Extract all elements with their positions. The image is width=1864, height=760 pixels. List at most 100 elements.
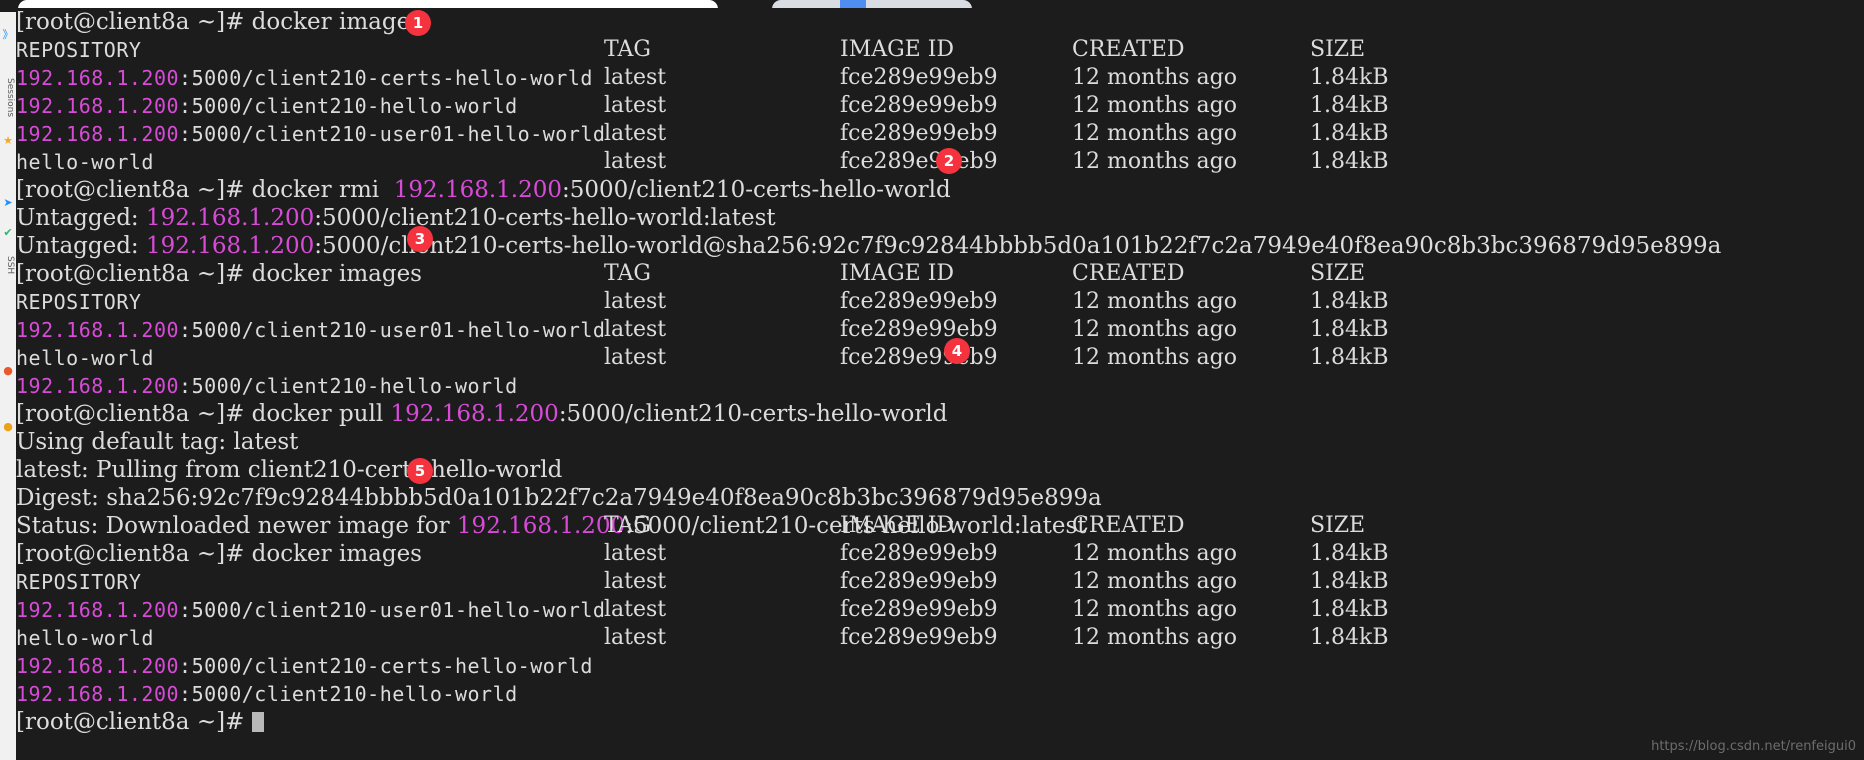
step-marker-1: 1 [405, 10, 431, 36]
cell-tag: latest [604, 345, 667, 370]
untagged-prefix: Untagged: [16, 233, 146, 259]
cell-size: 1.84kB [1310, 625, 1389, 650]
arrow-right-icon[interactable]: ➤ [0, 196, 16, 209]
cell-created: 12 months ago [1072, 93, 1237, 118]
cell-tag: latest [604, 121, 667, 146]
status-host: 192.168.1.200 [456, 513, 626, 539]
star-icon[interactable]: ★ [0, 134, 16, 147]
left-sidebar-rail: 》 Sessions ★ ➤ ✔ SSH ● ● [0, 12, 17, 760]
cell-size: 1.84kB [1310, 597, 1389, 622]
untagged-host: 192.168.1.200 [146, 233, 315, 259]
command-line-docker-images-1: [root@client8a ~]# docker images [16, 8, 1864, 36]
cell-image-id: fce289e99eb9 [840, 345, 998, 370]
header-repository: REPOSITORY [16, 38, 142, 62]
output-using-default-tag: Using default tag: latest [16, 428, 1864, 456]
header-tag: TAG [604, 37, 651, 62]
step-marker-2: 2 [936, 148, 962, 174]
untagged-suffix: :5000/client210-certs-hello-world:latest [314, 205, 776, 231]
header-created: CREATED [1072, 513, 1185, 538]
table-row: 192.168.1.200:5000/client210-certs-hello… [16, 652, 1864, 680]
check-icon[interactable]: ✔ [0, 226, 16, 239]
cell-tag: latest [604, 625, 667, 650]
cell-tag: latest [604, 93, 667, 118]
command-arg-path: :5000/client210-certs-hello-world [562, 177, 951, 203]
repo-path: :5000/client210-hello-world [179, 682, 518, 706]
step-marker-4: 4 [944, 338, 970, 364]
command-arg-host: 192.168.1.200 [390, 401, 559, 427]
repo-host: 192.168.1.200 [16, 682, 180, 706]
cell-created: 12 months ago [1072, 289, 1237, 314]
cell-size: 1.84kB [1310, 541, 1389, 566]
record-dot-icon[interactable]: ● [0, 364, 16, 377]
cell-size: 1.84kB [1310, 121, 1389, 146]
command-text: docker pull [251, 401, 391, 427]
repo-host: 192.168.1.200 [16, 318, 180, 342]
cell-image-id: fce289e99eb9 [840, 625, 998, 650]
header-size: SIZE [1310, 513, 1366, 538]
output-text: Using default tag: latest [16, 429, 299, 455]
record-dot-icon-2[interactable]: ● [0, 420, 16, 433]
table-row: 192.168.1.200:5000/client210-hello-world [16, 680, 1864, 708]
command-text: docker images [251, 9, 422, 35]
command-arg-path: :5000/client210-certs-hello-world [558, 401, 948, 427]
cell-created: 12 months ago [1072, 597, 1237, 622]
cell-created: 12 months ago [1072, 149, 1237, 174]
cell-tag: latest [604, 597, 667, 622]
final-prompt-line: [root@client8a ~]# [16, 708, 1864, 736]
status-prefix: Status: Downloaded newer image for [16, 513, 457, 539]
repo-path: :5000/client210-certs-hello-world [179, 654, 593, 678]
cell-image-id: fce289e99eb9 [840, 289, 998, 314]
header-image-id: IMAGE ID [840, 37, 955, 62]
repo-path: :5000/client210-user01-hello-world [179, 318, 606, 342]
repo-path: hello-world [16, 346, 154, 370]
cell-image-id: fce289e99eb9 [840, 93, 998, 118]
command-arg-host: 192.168.1.200 [393, 177, 563, 203]
chevron-right-icon[interactable]: 》 [0, 28, 16, 41]
output-text: latest: Pulling from client210-certs-hel… [16, 457, 563, 483]
header-tag: TAG [604, 513, 651, 538]
output-pulling-from: latest: Pulling from client210-certs-hel… [16, 456, 1864, 484]
header-created: CREATED [1072, 261, 1185, 286]
untagged-suffix: :5000/client210-certs-hello-world@sha256… [314, 233, 1722, 259]
repo-host: 192.168.1.200 [16, 122, 180, 146]
header-tag: TAG [604, 261, 651, 286]
shell-prompt: [root@client8a ~]# [16, 261, 252, 287]
repo-host: 192.168.1.200 [16, 598, 180, 622]
cell-image-id: fce289e99eb9 [840, 597, 998, 622]
cell-created: 12 months ago [1072, 121, 1237, 146]
cell-size: 1.84kB [1310, 345, 1389, 370]
repo-path: :5000/client210-hello-world [179, 94, 518, 118]
shell-prompt: [root@client8a ~]# [16, 541, 252, 567]
output-untagged-1: Untagged: 192.168.1.200:5000/client210-c… [16, 204, 1864, 232]
output-text: Digest: sha256:92c7f9c92844bbbb5d0a101b2… [16, 485, 1102, 511]
terminal-screen: 》 Sessions ★ ➤ ✔ SSH ● ● [root@client8a … [0, 0, 1864, 760]
sidebar-ssh-label: SSH [5, 256, 15, 275]
repo-path: :5000/client210-user01-hello-world [179, 122, 606, 146]
output-untagged-2: Untagged: 192.168.1.200:5000/client210-c… [16, 232, 1864, 260]
cell-image-id: fce289e99eb9 [840, 149, 998, 174]
header-size: SIZE [1310, 261, 1366, 286]
command-text: docker images [251, 261, 422, 287]
cell-created: 12 months ago [1072, 569, 1237, 594]
repo-path: :5000/client210-user01-hello-world [179, 598, 606, 622]
untagged-prefix: Untagged: [16, 205, 146, 231]
command-line-docker-rmi: [root@client8a ~]# docker rmi 192.168.1.… [16, 176, 1864, 204]
repo-path: hello-world [16, 150, 154, 174]
cell-image-id: fce289e99eb9 [840, 317, 998, 342]
cell-size: 1.84kB [1310, 65, 1389, 90]
cell-tag: latest [604, 289, 667, 314]
repo-path: hello-world [16, 626, 154, 650]
cell-image-id: fce289e99eb9 [840, 569, 998, 594]
cell-created: 12 months ago [1072, 625, 1237, 650]
repo-host: 192.168.1.200 [16, 94, 180, 118]
cell-size: 1.84kB [1310, 569, 1389, 594]
cell-created: 12 months ago [1072, 65, 1237, 90]
repo-path: :5000/client210-certs-hello-world [179, 66, 593, 90]
header-image-id: IMAGE ID [840, 513, 955, 538]
shell-prompt: [root@client8a ~]# [16, 401, 252, 427]
cell-tag: latest [604, 65, 667, 90]
sidebar-sessions-label: Sessions [5, 78, 15, 118]
table-row: 192.168.1.200:5000/client210-hello-world [16, 372, 1864, 400]
command-text: docker rmi [251, 177, 394, 203]
header-size: SIZE [1310, 37, 1366, 62]
